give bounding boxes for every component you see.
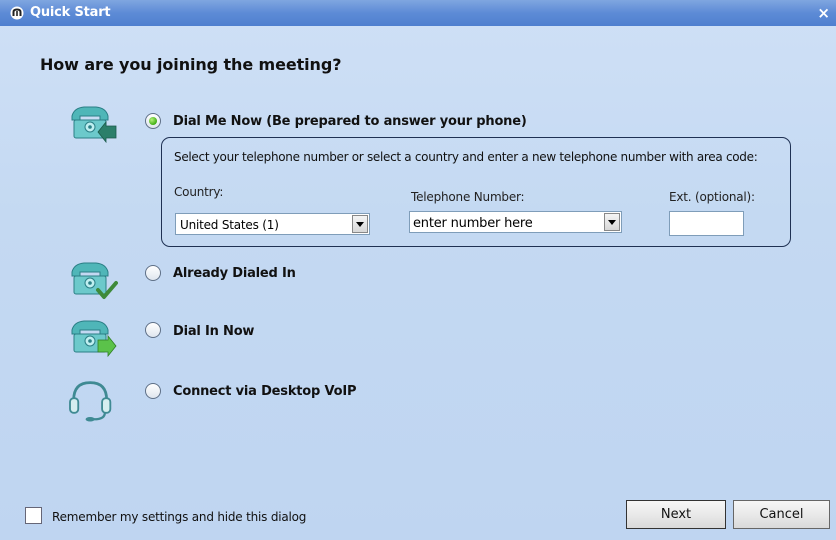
phone-outgoing-icon: [71, 320, 117, 358]
title-bar: Quick Start ×: [0, 0, 836, 26]
telephone-number-combo[interactable]: enter number here: [409, 211, 622, 233]
quick-start-dialog: Quick Start × How are you joining the me…: [0, 0, 836, 540]
next-button[interactable]: Next: [626, 500, 726, 529]
option-dial-in-now-label[interactable]: Dial In Now: [173, 324, 254, 339]
country-select[interactable]: United States (1): [175, 213, 370, 235]
radio-dial-in-now[interactable]: [145, 322, 161, 338]
extension-input[interactable]: [669, 211, 744, 236]
headset-icon: [69, 381, 112, 422]
window-title: Quick Start: [30, 5, 111, 20]
remember-settings-label[interactable]: Remember my settings and hide this dialo…: [52, 510, 306, 524]
chevron-down-icon[interactable]: [604, 213, 620, 231]
option-already-dialed-in-label[interactable]: Already Dialed In: [173, 266, 296, 281]
chevron-down-icon[interactable]: [352, 215, 368, 233]
dial-me-now-instructions: Select your telephone number or select a…: [174, 150, 758, 164]
telephone-number-value: enter number here: [413, 216, 533, 231]
phone-incoming-icon: [71, 106, 117, 144]
radio-connect-via-desktop-voip[interactable]: [145, 383, 161, 399]
radio-already-dialed-in[interactable]: [145, 265, 161, 281]
country-select-value: United States (1): [180, 218, 279, 232]
cancel-button[interactable]: Cancel: [733, 500, 830, 529]
page-title: How are you joining the meeting?: [40, 55, 342, 74]
option-dial-me-now-label[interactable]: Dial Me Now (Be prepared to answer your …: [173, 114, 527, 129]
phone-check-icon: [71, 262, 118, 299]
remember-settings-checkbox[interactable]: [25, 507, 42, 524]
option-connect-via-desktop-voip-label[interactable]: Connect via Desktop VoIP: [173, 384, 356, 399]
app-logo-icon: [10, 6, 24, 20]
extension-label: Ext. (optional):: [669, 190, 755, 204]
country-label: Country:: [174, 185, 224, 199]
telephone-number-label: Telephone Number:: [411, 190, 525, 204]
close-icon[interactable]: ×: [817, 4, 830, 22]
radio-dial-me-now[interactable]: [145, 113, 161, 129]
